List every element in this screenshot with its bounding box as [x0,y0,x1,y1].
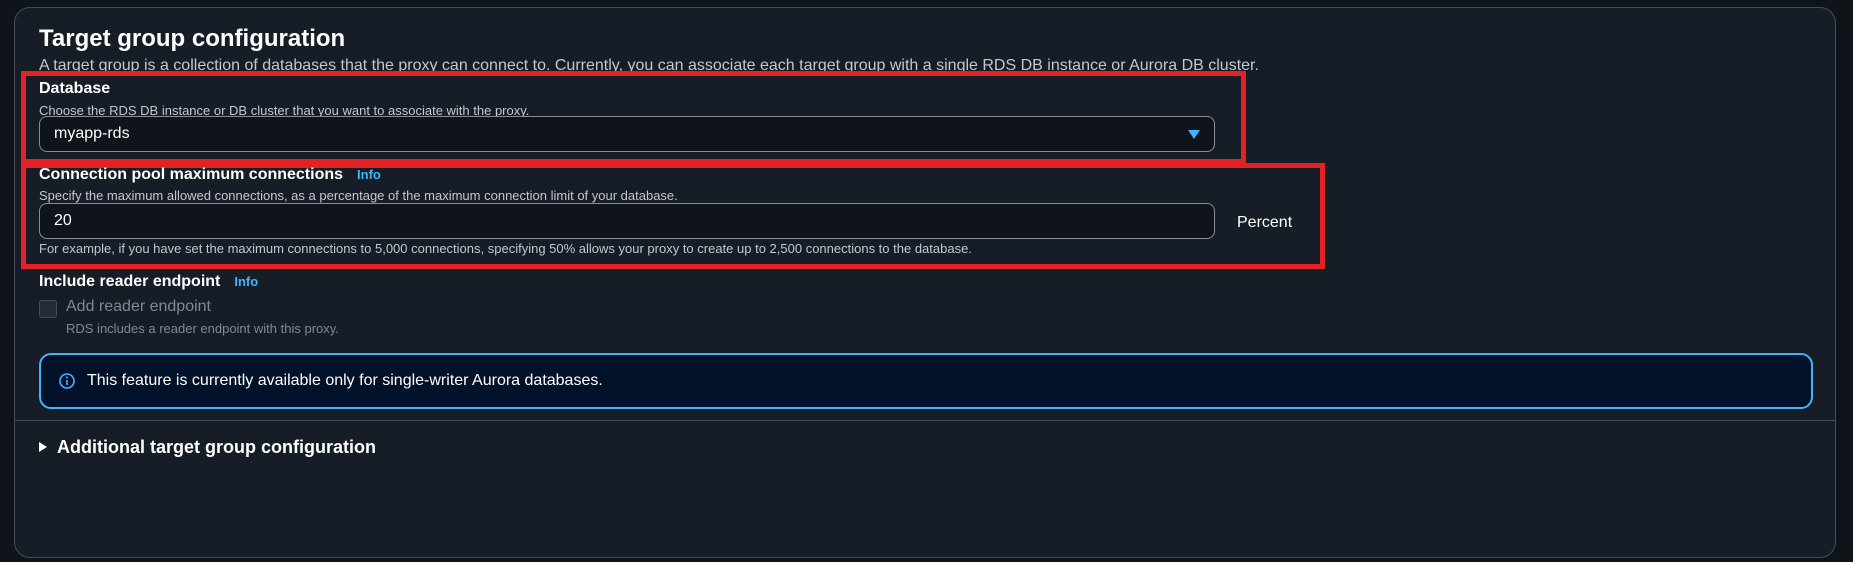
connection-pool-input-value: 20 [54,212,72,229]
target-group-configuration-panel: Target group configuration A target grou… [14,7,1836,558]
additional-target-group-expander[interactable]: Additional target group configuration [39,437,376,458]
info-alert-text: This feature is currently available only… [87,372,603,389]
reader-endpoint-label: Include reader endpoint Info [39,273,258,291]
connection-pool-unit: Percent [1237,214,1293,231]
reader-endpoint-info-link[interactable]: Info [234,274,258,289]
database-label: Database [39,80,111,97]
connection-pool-info-link[interactable]: Info [357,167,381,182]
additional-target-group-label: Additional target group configuration [57,437,376,457]
add-reader-endpoint-checkbox[interactable] [39,300,57,318]
connection-pool-hint: Specify the maximum allowed connections,… [39,188,678,203]
database-select-value: myapp-rds [54,125,130,142]
connection-pool-label: Connection pool maximum connections Info [39,166,381,184]
caret-right-icon [39,442,47,452]
info-icon [59,373,75,389]
reader-endpoint-label-text: Include reader endpoint [39,273,221,290]
caret-down-icon [1188,130,1200,139]
info-alert: This feature is currently available only… [39,353,1813,409]
database-select[interactable]: myapp-rds [39,116,1215,152]
add-reader-endpoint-description: RDS includes a reader endpoint with this… [66,321,339,336]
section-title: Target group configuration [39,25,346,52]
add-reader-endpoint-label: Add reader endpoint [66,298,211,315]
connection-pool-input[interactable]: 20 [39,203,1215,239]
connection-pool-label-text: Connection pool maximum connections [39,166,344,183]
section-divider [15,420,1835,421]
connection-pool-example: For example, if you have set the maximum… [39,241,972,256]
